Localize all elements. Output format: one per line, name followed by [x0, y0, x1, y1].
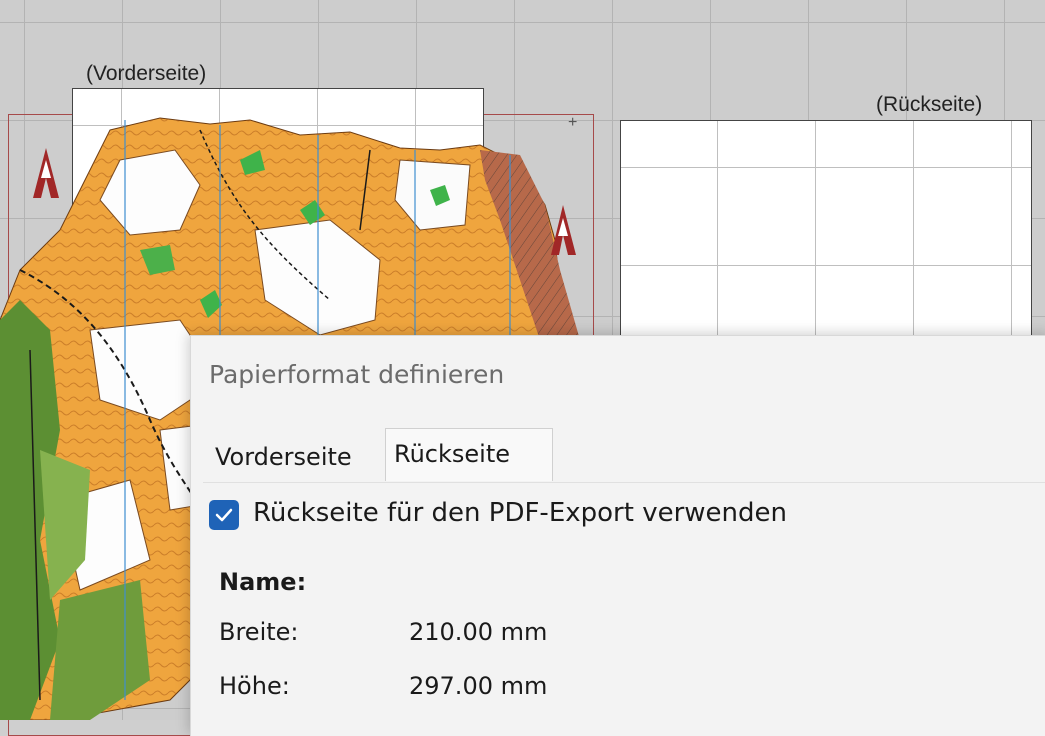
- width-value: 210.00 mm: [409, 618, 548, 646]
- tab-back-side[interactable]: Rückseite: [385, 428, 553, 481]
- tab-divider: [203, 482, 1045, 483]
- front-page-label: (Vorderseite): [86, 62, 207, 85]
- crosshair-icon: +: [568, 114, 578, 131]
- use-back-side-checkbox[interactable]: [209, 500, 239, 530]
- paper-format-dialog: Papierformat definieren Vorderseite Rück…: [190, 335, 1045, 736]
- dialog-title: Papierformat definieren: [209, 360, 505, 389]
- checkmark-icon: [215, 508, 233, 522]
- back-page-label: (Rückseite): [876, 93, 983, 116]
- use-back-side-label: Rückseite für den PDF-Export verwenden: [253, 498, 787, 528]
- width-label: Breite:: [219, 618, 299, 646]
- north-arrow-icon: [33, 148, 59, 198]
- height-value: 297.00 mm: [409, 672, 548, 700]
- name-label: Name:: [219, 568, 307, 596]
- tab-front-side[interactable]: Vorderseite: [207, 434, 392, 480]
- height-label: Höhe:: [219, 672, 290, 700]
- north-arrow-icon: [551, 205, 576, 255]
